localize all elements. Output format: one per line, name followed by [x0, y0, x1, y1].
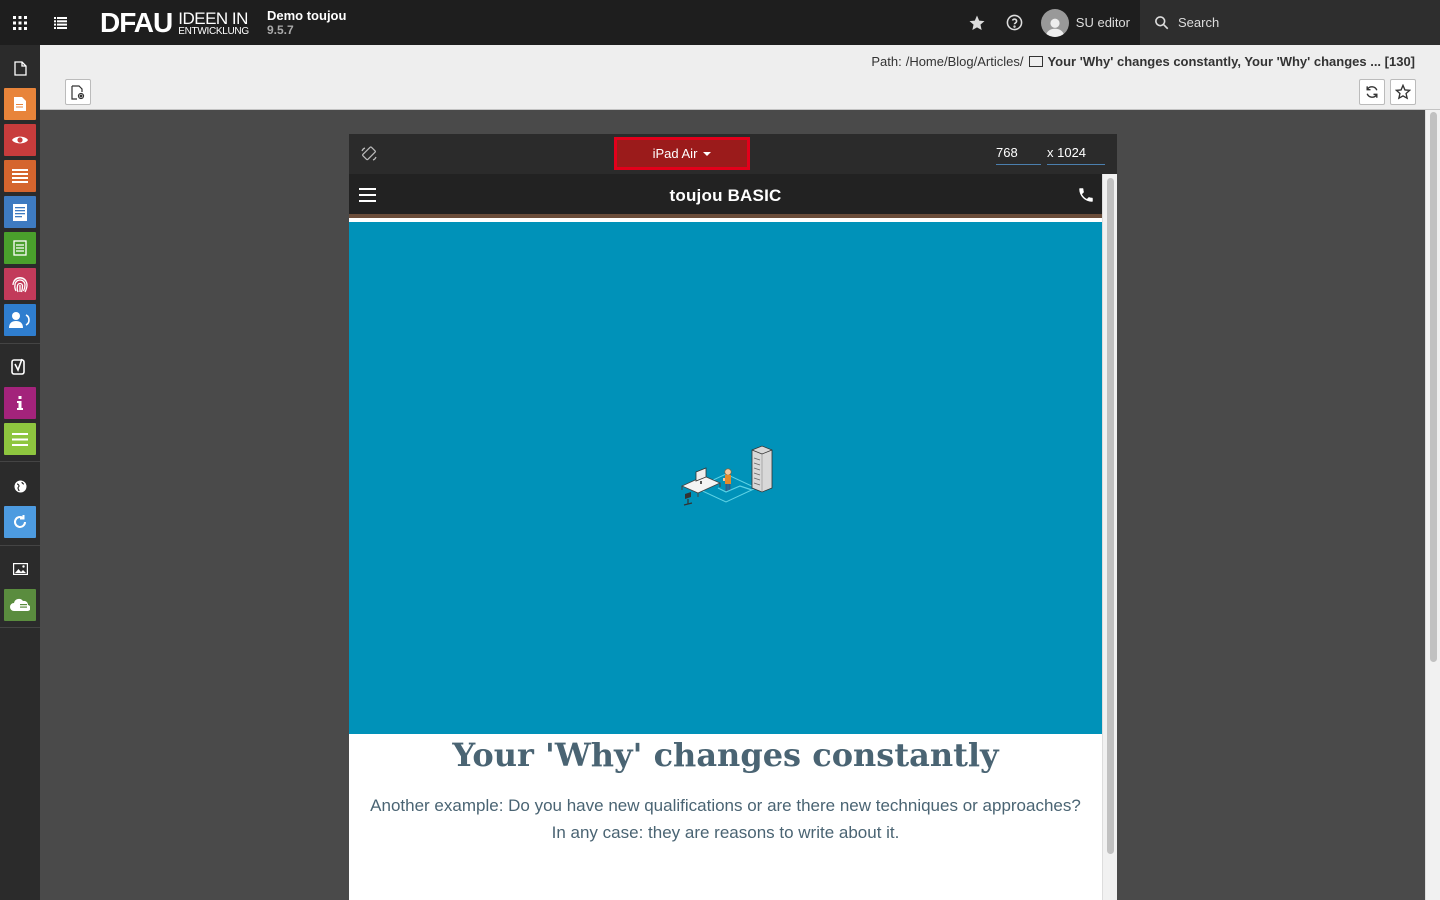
path-label: Path: — [871, 54, 902, 69]
height-input[interactable]: x 1024 — [1047, 145, 1105, 165]
module-separator — [0, 545, 40, 546]
help-icon — [1006, 14, 1023, 31]
bookmarks-button[interactable] — [959, 0, 996, 45]
module-privacy[interactable] — [4, 268, 36, 300]
article-title: Your 'Why' changes constantly — [452, 736, 999, 774]
module-view[interactable] — [4, 124, 36, 156]
user-icon — [1045, 18, 1064, 37]
star-outline-icon — [1395, 84, 1411, 100]
module-users[interactable] — [4, 304, 36, 336]
cloud-icon — [10, 598, 30, 612]
refresh-icon — [14, 515, 26, 528]
list-toggle-icon — [53, 17, 67, 29]
users-icon — [9, 312, 30, 328]
module-media[interactable] — [4, 553, 36, 585]
logo-main: DFAU — [100, 7, 173, 38]
rotate-device-icon — [361, 146, 377, 161]
site-name: Demo toujou — [267, 8, 347, 23]
article-text: Another example: Do you have new qualifi… — [370, 796, 1081, 842]
module-info[interactable] — [4, 387, 36, 419]
image-icon — [12, 563, 28, 575]
help-button[interactable] — [996, 0, 1033, 45]
frame-scrollbar[interactable] — [1102, 174, 1117, 900]
view-icon — [12, 136, 28, 144]
site-version: 9.5.7 — [267, 23, 294, 37]
module-separator — [0, 343, 40, 344]
module-lines[interactable] — [4, 423, 36, 455]
site-brand[interactable]: toujou BASIC — [349, 186, 1102, 206]
outer-scrollbar-thumb[interactable] — [1430, 112, 1437, 662]
bookmark-button[interactable] — [1390, 79, 1416, 105]
globe-icon — [14, 480, 26, 492]
fingerprint-icon — [12, 277, 28, 293]
page-title: Your 'Why' changes constantly, Your 'Why… — [1047, 54, 1415, 69]
reload-button[interactable] — [1359, 79, 1385, 105]
hero-image — [349, 222, 1102, 734]
star-icon — [969, 15, 985, 30]
toolbar-right: SU editor Search — [959, 0, 1440, 45]
news-icon — [13, 203, 27, 221]
module-sites[interactable] — [4, 470, 36, 502]
view-page-button[interactable] — [65, 79, 91, 105]
module-refresh[interactable] — [4, 506, 36, 538]
frame-scrollbar-thumb[interactable] — [1107, 178, 1114, 854]
grid-icon — [13, 15, 27, 30]
document-view-icon — [71, 84, 85, 100]
site-info: Demo toujou 9.5.7 — [267, 8, 347, 38]
device-name: iPad Air — [652, 146, 698, 161]
site-navbar: toujou BASIC — [349, 174, 1102, 218]
outer-scrollbar[interactable] — [1425, 110, 1440, 900]
breadcrumb: Path: /Home/Blog/Articles/ Your 'Why' ch… — [871, 54, 1415, 69]
form-icon — [13, 240, 27, 256]
lines-icon — [12, 432, 28, 446]
avatar — [1040, 8, 1069, 37]
module-menu-button[interactable] — [0, 0, 40, 45]
module-separator — [0, 627, 40, 628]
page-icon — [13, 60, 27, 76]
logo[interactable]: DFAU IDEEN IN ENTWICKLUNG — [100, 8, 249, 38]
info-icon — [17, 396, 23, 410]
module-cloud[interactable] — [4, 589, 36, 621]
page-module-icon — [14, 97, 26, 111]
device-toolbar: iPad Air 768 x 1024 — [349, 134, 1117, 174]
office-illustration — [681, 445, 773, 506]
path-value: /Home/Blog/Articles/ — [905, 54, 1024, 69]
doc-header: Path: /Home/Blog/Articles/ Your 'Why' ch… — [40, 45, 1440, 110]
sidebar-toggle-button[interactable] — [48, 12, 72, 34]
logo-sub-line-2: ENTWICKLUNG — [178, 25, 249, 37]
top-bar: DFAU IDEEN IN ENTWICKLUNG Demo toujou 9.… — [0, 0, 1440, 45]
user-menu[interactable]: SU editor — [1033, 0, 1140, 45]
module-bar — [0, 45, 40, 900]
caret-down-icon — [703, 151, 712, 156]
width-input[interactable]: 768 — [996, 145, 1041, 165]
search-placeholder: Search — [1178, 15, 1220, 30]
module-separator — [0, 461, 40, 462]
reload-icon — [1366, 86, 1378, 98]
yoast-icon — [11, 358, 25, 375]
module-page-layout[interactable] — [4, 88, 36, 120]
preview-frame: toujou BASIC Your 'Why' changes constant… — [349, 174, 1117, 900]
list-icon — [12, 169, 28, 183]
page-record-icon — [1029, 56, 1044, 67]
logo-sub: IDEEN IN ENTWICKLUNG — [178, 10, 249, 37]
user-name: SU editor — [1075, 15, 1130, 30]
phone-icon[interactable] — [1077, 186, 1095, 204]
module-page[interactable] — [4, 52, 36, 84]
device-select[interactable]: iPad Air — [614, 137, 750, 170]
search-icon — [1155, 16, 1169, 30]
search-input[interactable]: Search — [1140, 0, 1440, 45]
module-seo[interactable] — [4, 351, 36, 383]
module-news[interactable] — [4, 196, 36, 228]
logo-sub-line-1: IDEEN IN — [178, 8, 248, 28]
rotate-button[interactable] — [359, 144, 379, 164]
module-form[interactable] — [4, 232, 36, 264]
module-list[interactable] — [4, 160, 36, 192]
